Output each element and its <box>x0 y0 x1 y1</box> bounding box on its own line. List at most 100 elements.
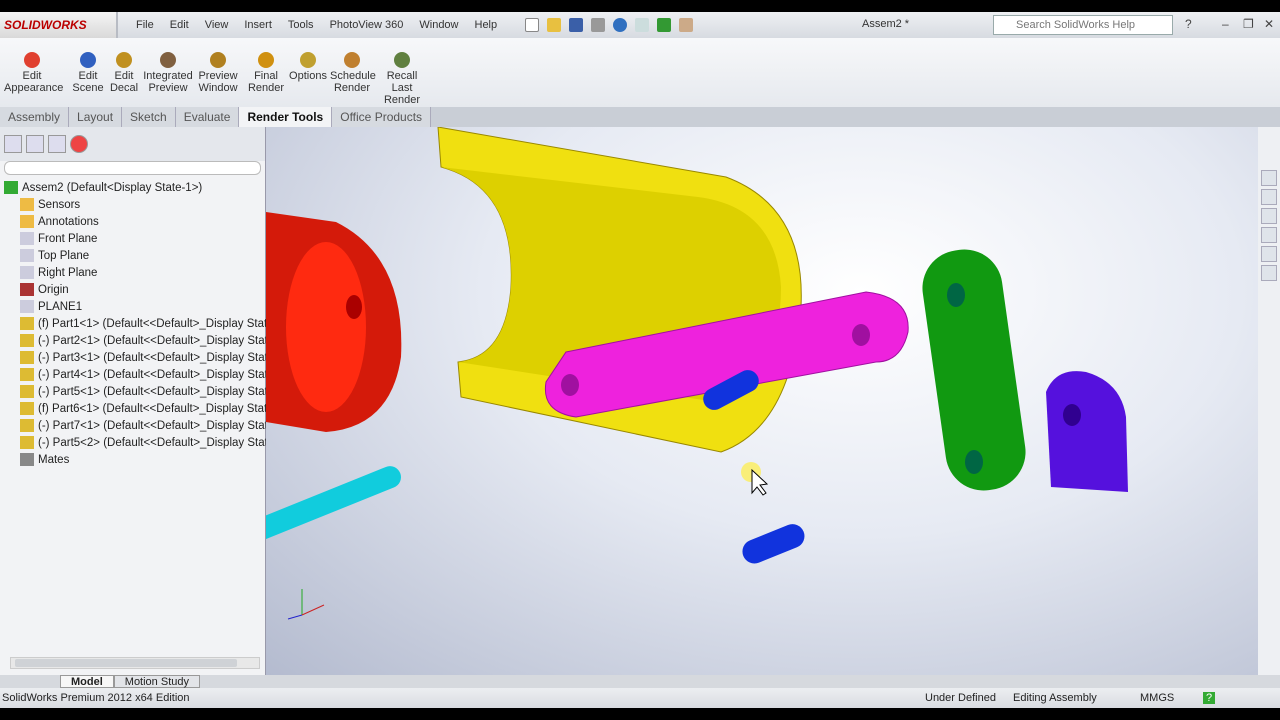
menu-view[interactable]: View <box>197 19 237 31</box>
menu-insert[interactable]: Insert <box>236 19 280 31</box>
view-palette-icon[interactable] <box>1261 227 1277 243</box>
tab-render-tools[interactable]: Render Tools <box>239 107 333 127</box>
tree-item-label: Assem2 (Default<Display State-1>) <box>22 181 203 194</box>
plane-icon <box>20 232 34 245</box>
part-icon <box>20 317 34 330</box>
decal-icon <box>116 52 132 68</box>
heads-up-view-toolbar[interactable] <box>642 127 900 135</box>
file-explorer-icon[interactable] <box>1261 208 1277 224</box>
preview-window-icon <box>210 52 226 68</box>
red-housing-part[interactable] <box>266 212 402 432</box>
menu-window[interactable]: Window <box>411 19 466 31</box>
preview-button[interactable]: Integrated Preview <box>140 52 196 94</box>
options-button[interactable]: Options <box>286 52 330 82</box>
command-manager-tabs: Assembly Layout Sketch Evaluate Render Tools… <box>0 107 1280 127</box>
filter-input[interactable] <box>4 161 261 175</box>
appearances-icon[interactable] <box>1261 246 1277 262</box>
tab-assembly[interactable]: Assembly <box>0 107 70 127</box>
mates-icon <box>20 453 34 466</box>
property-manager-tab-icon[interactable] <box>26 135 44 153</box>
tree-item[interactable]: Top Plane <box>4 247 265 264</box>
tab-office-products[interactable]: Office Products <box>332 107 432 127</box>
menu-edit[interactable]: Edit <box>162 19 197 31</box>
part-icon <box>20 368 34 381</box>
final-render-button[interactable]: Final Render <box>244 52 288 94</box>
purple-bracket-part[interactable] <box>1046 371 1128 492</box>
tree-item[interactable]: PLANE1 <box>4 298 265 315</box>
tree-item[interactable]: (-) Part3<1> (Default<<Default>_Display … <box>4 349 274 366</box>
help-icon[interactable]: ? <box>1185 17 1192 31</box>
configuration-manager-tab-icon[interactable] <box>48 135 66 153</box>
schedule-icon <box>344 52 360 68</box>
green-link-part[interactable] <box>918 245 1031 496</box>
menu-help[interactable]: Help <box>467 19 506 31</box>
menu-photoview-360[interactable]: PhotoView 360 <box>322 19 412 31</box>
blue-pin-part-2[interactable] <box>739 521 808 568</box>
horizontal-scrollbar[interactable] <box>10 657 260 669</box>
tree-item[interactable]: (-) Part4<1> (Default<<Default>_Display … <box>4 366 274 383</box>
menu-tools[interactable]: Tools <box>280 19 322 31</box>
ribbon: Edit Appearance Edit Scene Edit Decal Integ… <box>0 38 1280 107</box>
editing-mode: Editing Assembly <box>1013 692 1097 704</box>
sensors-icon <box>20 198 34 211</box>
select-icon[interactable] <box>635 18 650 32</box>
tree-item[interactable]: Origin <box>4 281 265 298</box>
rebuild-icon[interactable] <box>657 18 672 32</box>
menu-file[interactable]: File <box>128 19 162 31</box>
ribbon-label: Integrated Preview <box>143 70 193 94</box>
close-button[interactable]: ✕ <box>1264 17 1274 31</box>
appearance-button[interactable]: Edit Appearance <box>4 52 63 94</box>
open-icon[interactable] <box>547 18 562 32</box>
cyan-rod-part[interactable] <box>266 463 404 543</box>
tree-item-label: (f) Part1<1> (Default<<Default>_Display … <box>38 317 274 330</box>
tab-motion-study[interactable]: Motion Study <box>113 675 200 688</box>
help-icon[interactable]: ? <box>1203 692 1216 704</box>
part-icon <box>20 334 34 347</box>
search-input[interactable]: Search SolidWorks Help <box>993 15 1173 35</box>
tree-item-label: Mates <box>38 453 70 466</box>
options-icon[interactable] <box>679 18 694 32</box>
graphics-viewport[interactable] <box>266 127 1258 675</box>
restore-button[interactable]: ❐ <box>1243 17 1254 31</box>
custom-properties-icon[interactable] <box>1261 265 1277 281</box>
tree-item[interactable]: (-) Part5<1> (Default<<Default>_Display … <box>4 383 274 400</box>
feature-manager-tab-icon[interactable] <box>4 135 22 153</box>
resources-icon[interactable] <box>1261 170 1277 186</box>
tree-item[interactable]: Sensors <box>4 196 265 213</box>
tree-item[interactable]: (-) Part5<2> (Default<<Default>_Display … <box>4 434 274 451</box>
tree-item[interactable]: Mates <box>4 451 265 468</box>
tab-layout[interactable]: Layout <box>69 107 123 127</box>
tab-model[interactable]: Model <box>60 675 114 688</box>
tree-item[interactable]: Assem2 (Default<Display State-1>) <box>4 179 265 196</box>
annotations-icon <box>20 215 34 228</box>
tree-item[interactable]: (-) Part7<1> (Default<<Default>_Display … <box>4 417 274 434</box>
assembly-model <box>266 127 1128 620</box>
assembly-icon <box>4 181 18 194</box>
ribbon-label: Options <box>289 70 327 82</box>
solidworks-logo[interactable]: SOLIDWORKS <box>0 12 118 38</box>
tree-item[interactable]: (f) Part1<1> (Default<<Default>_Display … <box>4 315 274 332</box>
tree-item[interactable]: Front Plane <box>4 230 265 247</box>
tree-item[interactable]: Annotations <box>4 213 265 230</box>
plane-icon <box>20 249 34 262</box>
recall-button[interactable]: Recall Last Render <box>380 52 424 106</box>
schedule-button[interactable]: Schedule Render <box>330 52 376 94</box>
save-icon[interactable] <box>569 18 584 32</box>
tree-item[interactable]: (-) Part2<1> (Default<<Default>_Display … <box>4 332 274 349</box>
tree-item[interactable]: (f) Part6<1> (Default<<Default>_Display … <box>4 400 274 417</box>
display-manager-tab-icon[interactable] <box>70 135 88 153</box>
minimize-button[interactable]: – <box>1222 17 1229 31</box>
final-render-icon <box>258 52 274 68</box>
undo-icon[interactable] <box>613 18 628 32</box>
tree-item[interactable]: Right Plane <box>4 264 265 281</box>
preview-window-button[interactable]: Preview Window <box>196 52 240 94</box>
units-selector[interactable]: MMGS <box>1140 692 1174 704</box>
tab-sketch[interactable]: Sketch <box>122 107 176 127</box>
print-icon[interactable] <box>591 18 606 32</box>
tab-evaluate[interactable]: Evaluate <box>175 107 240 127</box>
new-document-icon[interactable] <box>525 18 540 32</box>
scrollbar-thumb[interactable] <box>15 659 237 667</box>
design-library-icon[interactable] <box>1261 189 1277 205</box>
part-icon <box>20 385 34 398</box>
definition-status: Under Defined <box>925 692 996 704</box>
